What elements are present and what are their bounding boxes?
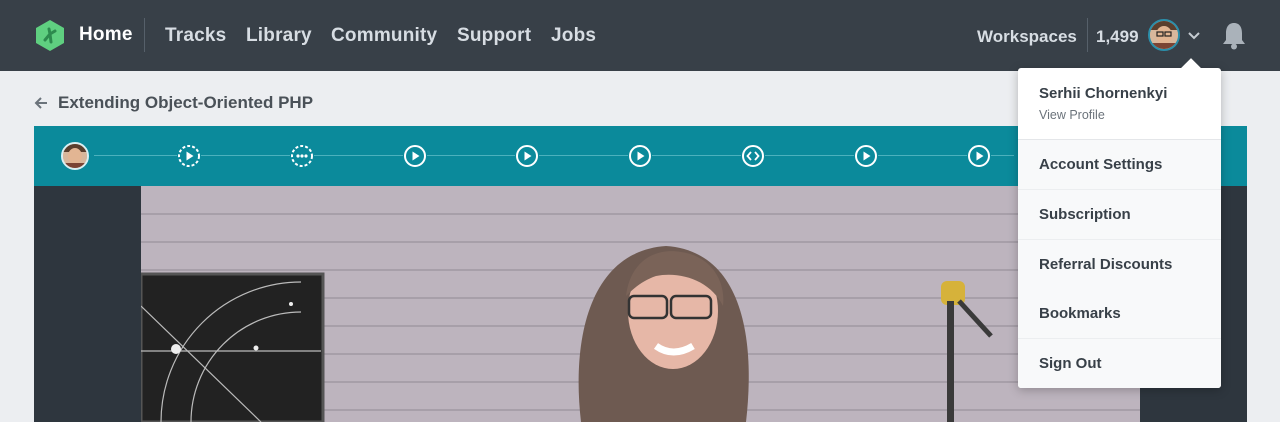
- arrow-left-icon[interactable]: [33, 95, 49, 111]
- video-frame[interactable]: [141, 186, 1140, 422]
- nav-link-library[interactable]: Library: [246, 25, 312, 47]
- menu-item-label: Subscription: [1039, 206, 1131, 223]
- stage-step-quiz[interactable]: [290, 144, 314, 168]
- course-title[interactable]: Extending Object-Oriented PHP: [58, 93, 313, 113]
- nav-link-support[interactable]: Support: [457, 25, 531, 47]
- stage-step-video[interactable]: [967, 144, 991, 168]
- stage-step-video-current[interactable]: [177, 144, 201, 168]
- chevron-down-icon[interactable]: [1186, 27, 1202, 43]
- nav-link-community[interactable]: Community: [331, 25, 437, 47]
- menu-item-referral-discounts[interactable]: Referral Discounts: [1018, 240, 1221, 290]
- nav-link-tracks[interactable]: Tracks: [165, 25, 226, 47]
- user-name: Serhii Chornenkyi: [1039, 85, 1168, 102]
- bell-icon[interactable]: [1220, 20, 1248, 50]
- menu-item-sign-out[interactable]: Sign Out: [1018, 339, 1221, 388]
- menu-item-account-settings[interactable]: Account Settings: [1018, 140, 1221, 190]
- top-navigation: Home Tracks Library Community Support Jo…: [0, 0, 1280, 71]
- stage-step-code-challenge[interactable]: [741, 144, 765, 168]
- menu-item-label: Account Settings: [1039, 156, 1163, 173]
- dropdown-header: Serhii Chornenkyi View Profile: [1018, 68, 1221, 140]
- menu-item-label: Referral Discounts: [1039, 256, 1173, 273]
- nav-home-link[interactable]: Home: [79, 24, 133, 46]
- menu-item-label: Sign Out: [1039, 355, 1102, 372]
- view-profile-link[interactable]: View Profile: [1039, 108, 1105, 122]
- menu-item-bookmarks[interactable]: Bookmarks: [1018, 289, 1221, 339]
- treehouse-logo-icon[interactable]: [34, 19, 66, 51]
- nav-link-jobs[interactable]: Jobs: [551, 25, 596, 47]
- nav-divider: [1087, 18, 1088, 52]
- stage-step-video[interactable]: [854, 144, 878, 168]
- instructor-avatar[interactable]: [61, 142, 89, 170]
- stage-step-video[interactable]: [403, 144, 427, 168]
- workspaces-link[interactable]: Workspaces: [977, 27, 1077, 47]
- menu-item-subscription[interactable]: Subscription: [1018, 190, 1221, 240]
- stage-step-video[interactable]: [628, 144, 652, 168]
- nav-divider: [144, 18, 145, 52]
- points-count[interactable]: 1,499: [1096, 27, 1139, 47]
- account-dropdown-menu: Serhii Chornenkyi View Profile Account S…: [1018, 58, 1221, 388]
- user-avatar[interactable]: [1148, 19, 1180, 51]
- stage-step-video[interactable]: [515, 144, 539, 168]
- menu-item-label: Bookmarks: [1039, 305, 1121, 322]
